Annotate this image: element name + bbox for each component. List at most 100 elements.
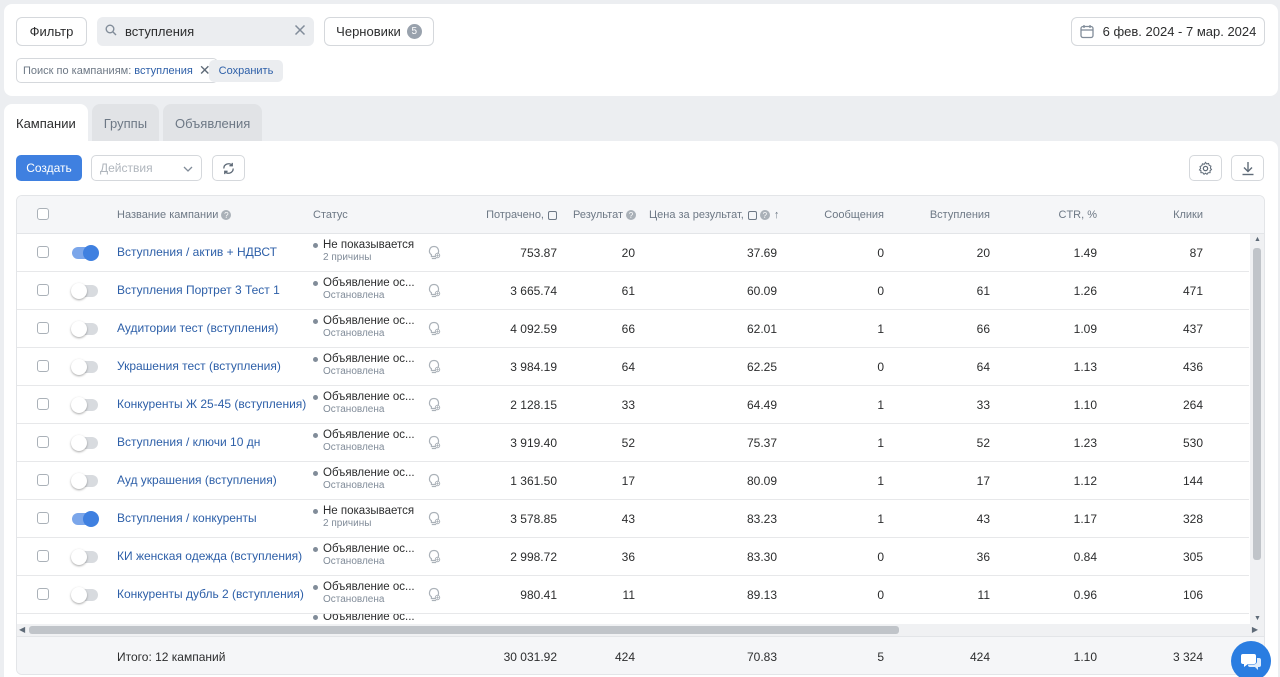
row-checkbox[interactable] — [37, 474, 49, 486]
cell-cpr: 75.37 — [746, 436, 777, 450]
campaign-name-link[interactable]: Вступления / ключи 10 дн — [117, 435, 260, 449]
toggle-knob — [71, 321, 87, 337]
column-status[interactable]: Статус — [313, 209, 348, 221]
campaign-name-link[interactable]: Конкуренты Ж 25-45 (вступления) — [117, 397, 306, 411]
campaign-name-link[interactable]: Вступления Портрет 3 Тест 1 — [117, 283, 280, 297]
table-row[interactable]: Аудитории тест (вступления) Объявление ос… — [17, 310, 1249, 348]
row-checkbox[interactable] — [37, 436, 49, 448]
horizontal-scroll-thumb[interactable] — [29, 626, 899, 634]
refresh-icon — [221, 161, 236, 176]
campaign-name-link[interactable]: Вступления / конкуренты — [117, 511, 257, 525]
table-row[interactable]: Украшения тест (вступления) Объявление ос… — [17, 348, 1249, 386]
help-icon[interactable]: ? — [759, 210, 770, 220]
column-clicks[interactable]: Клики — [1117, 209, 1203, 221]
row-checkbox[interactable] — [37, 360, 49, 372]
cell-spent: 3 578.85 — [510, 512, 557, 526]
column-cpr[interactable]: Цена за результат, ? ↑ — [649, 209, 779, 221]
settings-button[interactable] — [1189, 155, 1222, 181]
campaign-toggle[interactable] — [71, 473, 98, 489]
scroll-right-icon[interactable]: ▶ — [1252, 625, 1258, 634]
table-row[interactable]: Конкуренты дубль 2 (вступления) Объявлени… — [17, 576, 1249, 614]
create-button[interactable]: Создать — [16, 155, 82, 181]
campaign-toggle[interactable] — [72, 511, 99, 527]
cell-result: 61 — [621, 284, 635, 298]
save-filter-button[interactable]: Сохранить — [209, 60, 283, 82]
lightbulb-icon[interactable] — [427, 283, 441, 299]
campaign-toggle[interactable] — [71, 359, 98, 375]
table-row[interactable]: Ауд украшения (вступления) Объявление ос.… — [17, 462, 1249, 500]
column-joins[interactable]: Вступления — [897, 209, 990, 221]
status-dot — [313, 470, 318, 476]
gear-icon — [1198, 161, 1213, 176]
campaign-toggle[interactable] — [71, 397, 98, 413]
campaign-name-link[interactable]: Вступления / актив + НДВСТ — [117, 245, 277, 259]
lightbulb-icon[interactable] — [427, 397, 441, 413]
table-header: Название кампании ? Статус Потрачено, Ре… — [17, 196, 1264, 234]
campaign-name-link[interactable]: Конкуренты дубль 2 (вступления) — [117, 587, 304, 601]
row-checkbox[interactable] — [37, 588, 49, 600]
horizontal-scrollbar[interactable]: ◀ ▶ — [17, 624, 1264, 636]
column-messages[interactable]: Сообщения — [797, 209, 884, 221]
clear-icon[interactable] — [294, 24, 306, 39]
row-checkbox[interactable] — [37, 550, 49, 562]
download-button[interactable] — [1231, 155, 1264, 181]
campaign-name-link[interactable]: Украшения тест (вступления) — [117, 359, 281, 373]
column-result[interactable]: Результат ? — [557, 209, 636, 221]
lightbulb-icon[interactable] — [427, 511, 441, 527]
campaign-toggle[interactable] — [72, 245, 99, 261]
status-dot — [313, 508, 318, 514]
lightbulb-icon[interactable] — [427, 435, 441, 451]
cell-joins: 33 — [976, 398, 990, 412]
search-input[interactable]: вступления — [125, 24, 294, 39]
lightbulb-icon[interactable] — [427, 549, 441, 565]
filter-button[interactable]: Фильтр — [16, 17, 87, 46]
drafts-button[interactable]: Черновики 5 — [324, 17, 434, 46]
row-checkbox[interactable] — [37, 512, 49, 524]
column-spent[interactable]: Потрачено, — [457, 209, 557, 221]
calendar-icon — [1079, 24, 1094, 39]
scroll-up-icon[interactable]: ▲ — [1254, 236, 1261, 243]
cell-spent: 3 665.74 — [510, 284, 557, 298]
row-checkbox[interactable] — [37, 322, 49, 334]
select-all-checkbox[interactable] — [37, 208, 49, 220]
campaign-toggle[interactable] — [71, 283, 98, 299]
table-row[interactable]: Вступления Портрет 3 Тест 1 Объявление ос… — [17, 272, 1249, 310]
search-field[interactable]: вступления — [97, 17, 314, 46]
row-checkbox[interactable] — [37, 284, 49, 296]
campaign-toggle[interactable] — [71, 587, 98, 603]
tab-ads[interactable]: Объявления — [163, 104, 263, 142]
campaign-toggle[interactable] — [71, 321, 98, 337]
date-range-picker[interactable]: 6 фев. 2024 - 7 мар. 2024 — [1071, 17, 1265, 46]
scroll-left-icon[interactable]: ◀ — [19, 625, 25, 634]
row-checkbox[interactable] — [37, 398, 49, 410]
lightbulb-icon[interactable] — [427, 245, 441, 261]
table-row[interactable]: Вступления / конкуренты Не показывается 2 … — [17, 500, 1249, 538]
lightbulb-icon[interactable] — [427, 321, 441, 337]
tab-groups[interactable]: Группы — [91, 104, 160, 142]
scroll-down-icon[interactable]: ▼ — [1254, 615, 1261, 622]
refresh-button[interactable] — [212, 155, 245, 181]
campaign-name-link[interactable]: КИ женская одежда (вступления) — [117, 549, 302, 563]
column-ctr[interactable]: CTR, % — [1007, 209, 1098, 221]
row-checkbox[interactable] — [37, 246, 49, 258]
lightbulb-icon[interactable] — [427, 359, 441, 375]
help-icon[interactable]: ? — [221, 210, 232, 220]
column-name[interactable]: Название кампании ? — [117, 209, 232, 221]
table-row[interactable]: КИ женская одежда (вступления) Объявление… — [17, 538, 1249, 576]
tab-campaigns[interactable]: Кампании — [4, 104, 88, 142]
table-row[interactable]: Вступления / актив + НДВСТ Не показываетс… — [17, 234, 1249, 272]
vertical-scrollbar[interactable]: ▲ ▼ — [1250, 234, 1264, 624]
actions-dropdown[interactable]: Действия — [91, 155, 202, 181]
campaign-name-link[interactable]: Ауд украшения (вступления) — [117, 473, 277, 487]
table-row[interactable]: Вступления / ключи 10 дн Объявление ос...… — [17, 424, 1249, 462]
cell-spent: 2 998.72 — [510, 550, 557, 564]
table-row[interactable]: Конкуренты Ж 25-45 (вступления) Объявлени… — [17, 386, 1249, 424]
chat-button[interactable] — [1231, 641, 1271, 677]
lightbulb-icon[interactable] — [427, 587, 441, 603]
help-icon[interactable]: ? — [626, 210, 636, 220]
campaign-toggle[interactable] — [71, 435, 98, 451]
campaign-toggle[interactable] — [71, 549, 98, 565]
campaign-name-link[interactable]: Аудитории тест (вступления) — [117, 321, 278, 335]
vertical-scroll-thumb[interactable] — [1253, 248, 1261, 560]
lightbulb-icon[interactable] — [427, 473, 441, 489]
